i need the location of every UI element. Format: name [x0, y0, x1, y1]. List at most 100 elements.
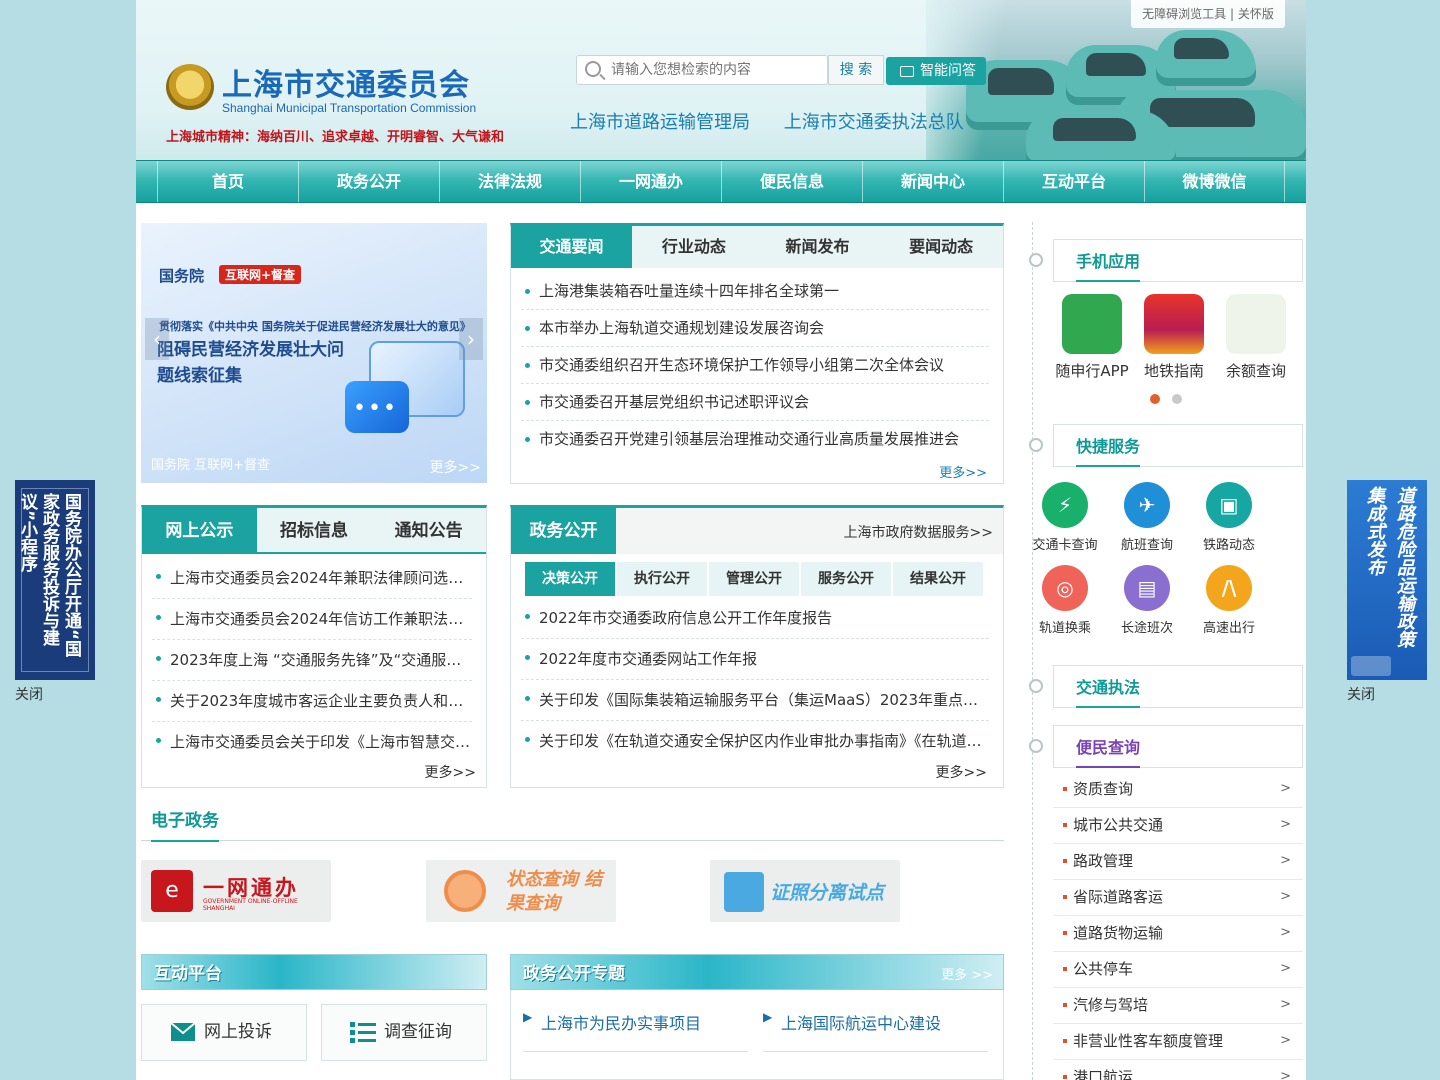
tab-online-publicity[interactable]: 网上公示 [142, 508, 257, 552]
nav-gov-affairs[interactable]: 政务公开 [298, 161, 439, 202]
site-logo-title[interactable]: 上海市交通委员会 [222, 60, 470, 104]
list-item[interactable]: 2023年度上海 “交通服务先锋”及“交通服务之星”评选结果公示 [152, 640, 472, 681]
special-topics-more-link[interactable]: 更多 >> [941, 964, 993, 983]
tab-announcements[interactable]: 通知公告 [371, 508, 486, 552]
query-item[interactable]: 非营业性客车额度管理 > [1053, 1024, 1303, 1060]
nav-interaction[interactable]: 互动平台 [1003, 161, 1144, 202]
timeline-ring-icon [1029, 253, 1043, 267]
tab-traffic-news[interactable]: 交通要闻 [511, 226, 632, 268]
notice-more-link[interactable]: 更多>> [425, 762, 476, 782]
svc-metro-transfer[interactable]: ◎ 轨道换乘 [1025, 565, 1105, 636]
list-item[interactable]: 本市举办上海轨道交通规划建设发展咨询会 [521, 310, 989, 347]
query-item[interactable]: 资质查询 > [1053, 772, 1303, 808]
nav-one-stop[interactable]: 一网通办 [580, 161, 721, 202]
svc-flight[interactable]: ✈ 航班查询 [1107, 482, 1187, 553]
query-item[interactable]: 城市公共交通 > [1053, 808, 1303, 844]
float-ad-right[interactable]: 道路危险品运输政策集成式发布 [1347, 480, 1427, 680]
svc-label: 长途班次 [1120, 621, 1173, 636]
subtab-service[interactable]: 服务公开 [801, 562, 891, 596]
link-road-transport-bureau[interactable]: 上海市道路运输管理局 [570, 112, 750, 133]
app-suishenxing[interactable]: 随申行APP [1049, 294, 1135, 381]
query-label: 城市公共交通 [1073, 816, 1164, 834]
query-item[interactable]: 省际道路客运 > [1053, 880, 1303, 916]
search-input[interactable] [611, 60, 821, 80]
nav-public-info[interactable]: 便民信息 [721, 161, 862, 202]
list-item[interactable]: 关于印发《在轨道交通安全保护区内作业审批办事指南》《在轨道交通安全保护区内作业审… [521, 721, 989, 762]
status-query-card[interactable]: 状态查询 结果查询 [426, 860, 616, 922]
nav-home[interactable]: 首页 [157, 161, 298, 202]
license-separation-card[interactable]: 证照分离试点 [710, 860, 900, 922]
float-ad-right-close[interactable]: 关闭 [1347, 684, 1375, 704]
carousel-dot-active[interactable] [1150, 394, 1160, 404]
nav-weibo-wechat[interactable]: 微博微信 [1144, 161, 1285, 202]
one-stop-service-card[interactable]: e 一网通办 GOVERNMENT ONLINE-OFFLINE SHANGHA… [141, 860, 331, 922]
tab-headline-news[interactable]: 要闻动态 [879, 226, 1003, 268]
tab-tender-info[interactable]: 招标信息 [257, 508, 372, 552]
nav-news[interactable]: 新闻中心 [862, 161, 1003, 202]
banner-headline: 阻碍民营经济发展壮大问题线索征集 [157, 340, 344, 386]
list-item[interactable]: 上海市交通委员会2024年兼职法律顾问选聘公告 [152, 558, 472, 599]
chat-icon [900, 66, 914, 77]
accessibility-tools[interactable]: 无障碍浏览工具 | 关怀版 [1131, 0, 1285, 28]
app-metro-guide[interactable]: 地铁指南 [1131, 294, 1217, 381]
svc-label: 交通卡查询 [1032, 538, 1098, 553]
gov-more-link[interactable]: 更多>> [936, 762, 987, 782]
float-ad-left[interactable]: 国务院办公厅开通“国家政务服务投诉与建议”小程序 [15, 480, 95, 680]
list-item[interactable]: 2022年市交通委政府信息公开工作年度报告 [521, 598, 989, 639]
egov-section-header: 电子政务 [141, 800, 1004, 842]
banner-carousel[interactable]: 国务院 互联网+督查 贯彻落实《中共中央 国务院关于促进民营经济发展壮大的意见》… [141, 223, 487, 483]
query-item[interactable]: 港口航运 > [1053, 1060, 1303, 1080]
list-item[interactable]: 市交通委召开党建引领基层治理推动交通行业高质量发展推进会 [521, 421, 989, 458]
site-header: 上海市交通委员会 Shanghai Municipal Transportati… [136, 0, 1306, 160]
law-enforcement-header[interactable]: 交通执法 [1029, 665, 1303, 708]
list-item[interactable]: 市交通委组织召开生态环境保护工作领导小组第二次全体会议 [521, 347, 989, 384]
news-more-link[interactable]: 更多>> [939, 462, 987, 481]
road-icon: /\ [1206, 565, 1252, 611]
svc-label: 轨道换乘 [1038, 621, 1091, 636]
carousel-dot[interactable] [1172, 394, 1182, 404]
list-item[interactable]: 上海市交通委员会2024年信访工作兼职法律顾问选聘公告 [152, 599, 472, 640]
subtab-result[interactable]: 结果公开 [893, 562, 983, 596]
chevron-right-icon: > [1280, 1033, 1291, 1048]
query-item[interactable]: 路政管理 > [1053, 844, 1303, 880]
survey-button[interactable]: 调查征询 [321, 1004, 487, 1061]
query-label: 道路货物运输 [1073, 924, 1164, 942]
gov-data-service-link[interactable]: 上海市政府数据服务>> [844, 522, 993, 542]
nav-laws[interactable]: 法律法规 [439, 161, 580, 202]
subtab-decision[interactable]: 决策公开 [525, 562, 615, 596]
query-label: 非营业性客车额度管理 [1073, 1032, 1224, 1050]
online-complaint-button[interactable]: 网上投诉 [141, 1004, 307, 1061]
query-item[interactable]: 公共停车 > [1053, 952, 1303, 988]
float-ad-left-text: 国务院办公厅开通“国家政务服务投诉与建议”小程序 [17, 488, 89, 672]
app-balance-query[interactable]: 余额查询 [1213, 294, 1299, 381]
list-item[interactable]: 上海港集装箱吞吐量连续十四年排名全球第一 [521, 273, 989, 310]
float-ad-right-text: 道路危险品运输政策集成式发布 [1364, 486, 1415, 648]
subtab-management[interactable]: 管理公开 [709, 562, 799, 596]
special-topic-item[interactable]: ▶ 上海国际航运中心建设 [763, 1010, 988, 1052]
carousel-prev-button[interactable]: ‹ [145, 318, 169, 360]
banner-more-link[interactable]: 更多>> [430, 457, 481, 477]
search-button[interactable]: 搜 索 [828, 55, 884, 85]
carousel-next-button[interactable]: › [459, 318, 483, 360]
tab-industry-news[interactable]: 行业动态 [632, 226, 756, 268]
special-topic-label: 上海国际航运中心建设 [781, 1014, 942, 1033]
float-ad-left-close[interactable]: 关闭 [15, 684, 43, 704]
list-item[interactable]: 关于2023年度城市客运企业主要负责人和安全管理人员考核结果的公示 [152, 681, 472, 722]
list-item[interactable]: 上海市交通委员会关于印发《上海市智慧交通发展实施方案》的通知 [152, 722, 472, 763]
query-item[interactable]: 道路货物运输 > [1053, 916, 1303, 952]
svc-long-distance[interactable]: ▤ 长途班次 [1107, 565, 1187, 636]
tab-press-release[interactable]: 新闻发布 [756, 226, 880, 268]
link-law-enforcement-corps[interactable]: 上海市交通委执法总队 [784, 112, 964, 133]
svc-highway[interactable]: /\ 高速出行 [1189, 565, 1269, 636]
list-item[interactable]: 2022年度市交通委网站工作年报 [521, 639, 989, 680]
query-item[interactable]: 汽修与驾培 > [1053, 988, 1303, 1024]
list-item[interactable]: 关于印发《国际集装箱运输服务平台（集运MaaS）2023年重点工作任务》的通知 [521, 680, 989, 721]
subtab-execution[interactable]: 执行公开 [617, 562, 707, 596]
public-query-list: 资质查询 > 城市公共交通 > 路政管理 > 省际道路客运 > 道路货物运输 > 公共停车… [1053, 772, 1303, 1080]
header-sub-links: 上海市道路运输管理局 上海市交通委执法总队 [570, 108, 992, 134]
smart-qa-button[interactable]: 智能问答 [886, 57, 986, 85]
svc-card-query[interactable]: ⚡ 交通卡查询 [1025, 482, 1105, 553]
svc-railway-status[interactable]: ▣ 铁路动态 [1189, 482, 1269, 553]
special-topic-item[interactable]: ▶ 上海市为民办实事项目 [523, 1010, 748, 1052]
list-item[interactable]: 市交通委召开基层党组织书记述职评议会 [521, 384, 989, 421]
